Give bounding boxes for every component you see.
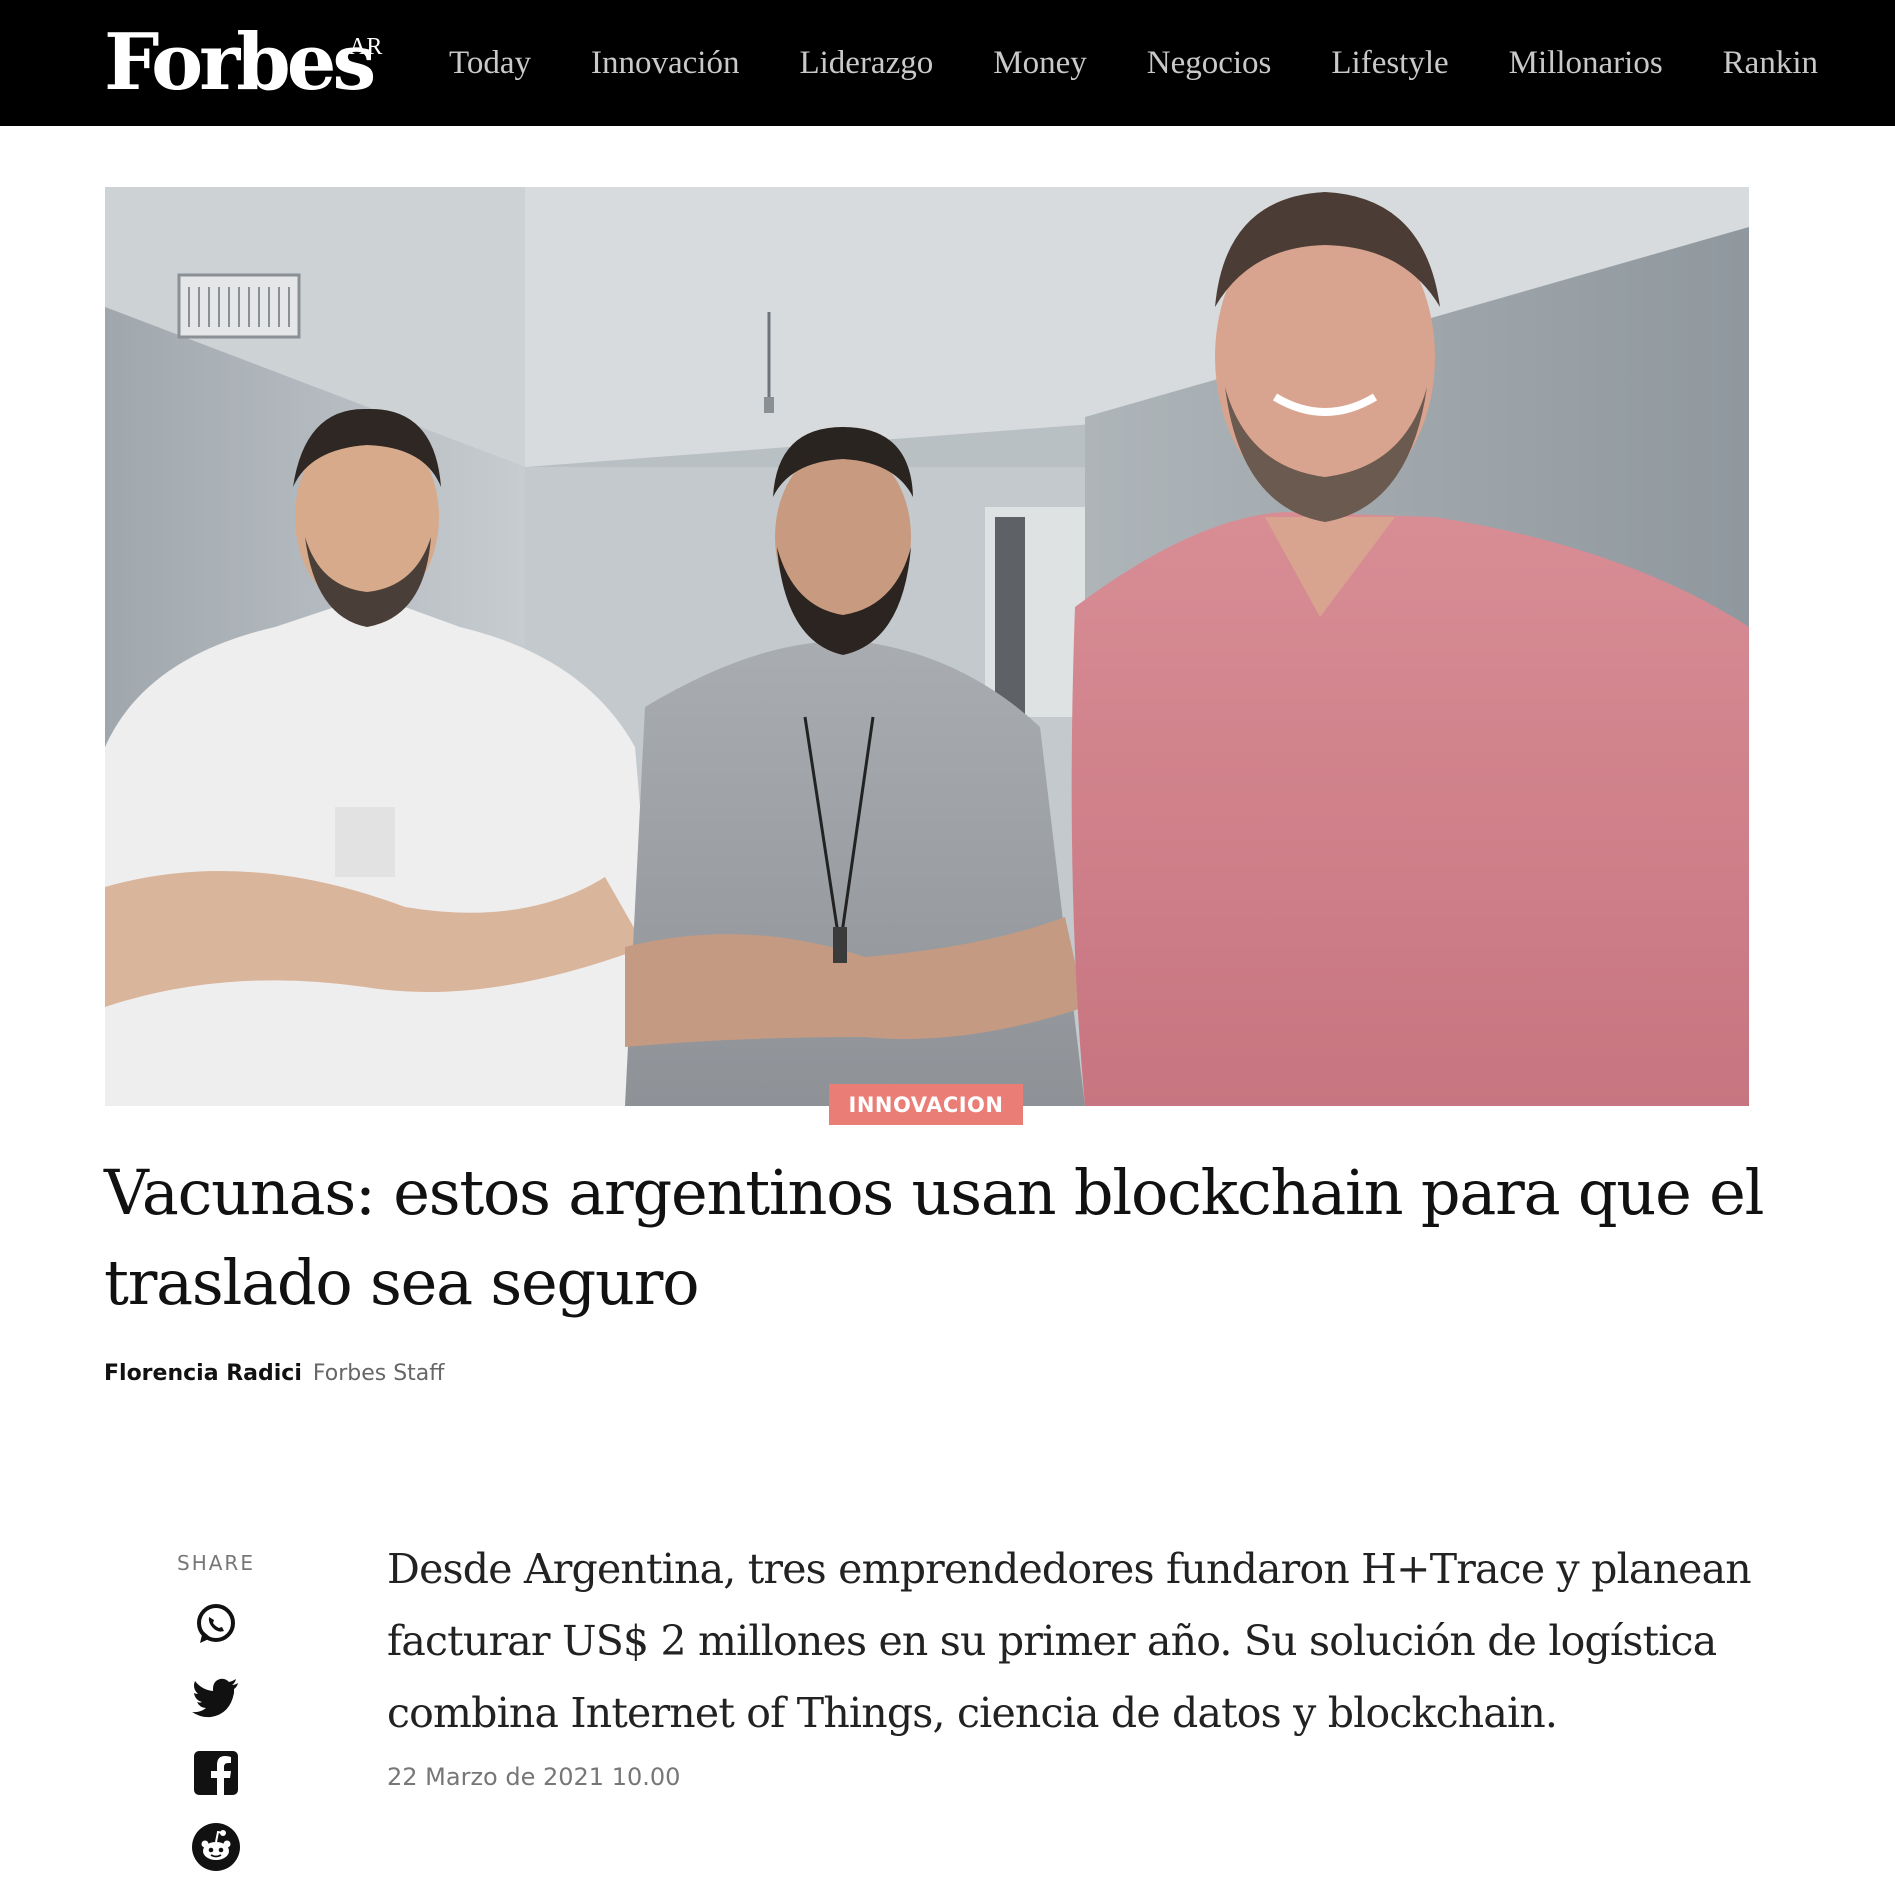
region-label: AR	[349, 34, 383, 60]
nav-item-innovacion[interactable]: Innovación	[591, 46, 739, 80]
nav-item-lifestyle[interactable]: Lifestyle	[1331, 46, 1448, 80]
category-badge[interactable]: INNOVACION	[829, 1084, 1023, 1125]
nav-item-money[interactable]: Money	[993, 46, 1087, 80]
author-link[interactable]: Florencia Radici	[104, 1361, 302, 1386]
forbes-logo[interactable]: Forbes	[104, 18, 376, 108]
whatsapp-icon	[197, 1604, 235, 1643]
top-navigation-bar: Forbes AR Today Innovación Liderazgo Mon…	[0, 0, 1895, 126]
article-headline: Vacunas: estos argentinos usan blockchai…	[104, 1156, 1764, 1319]
photo-of-three-men-icon	[105, 187, 1749, 1106]
share-label: SHARE	[177, 1551, 255, 1575]
author-role: Forbes Staff	[312, 1361, 445, 1386]
share-whatsapp-button[interactable]	[191, 1599, 241, 1649]
share-twitter-button[interactable]	[191, 1673, 241, 1723]
publish-date: 22 Marzo de 2021 10.00	[387, 1763, 681, 1791]
reddit-icon	[192, 1823, 240, 1871]
twitter-icon	[192, 1678, 238, 1718]
facebook-icon	[194, 1751, 238, 1795]
nav-item-millonarios[interactable]: Millonarios	[1509, 46, 1663, 80]
nav-item-rankings[interactable]: Rankin	[1723, 46, 1818, 80]
byline: Florencia Radici Forbes Staff	[104, 1360, 444, 1388]
nav-item-liderazgo[interactable]: Liderazgo	[799, 46, 933, 80]
share-reddit-button[interactable]	[191, 1822, 241, 1872]
article-summary: Desde Argentina, tres emprendedores fund…	[387, 1545, 1752, 1737]
share-facebook-button[interactable]	[191, 1748, 241, 1798]
main-nav: Today Innovación Liderazgo Money Negocio…	[449, 0, 1878, 126]
nav-item-today[interactable]: Today	[449, 46, 531, 80]
nav-item-negocios[interactable]: Negocios	[1147, 46, 1272, 80]
hero-image	[105, 187, 1749, 1106]
